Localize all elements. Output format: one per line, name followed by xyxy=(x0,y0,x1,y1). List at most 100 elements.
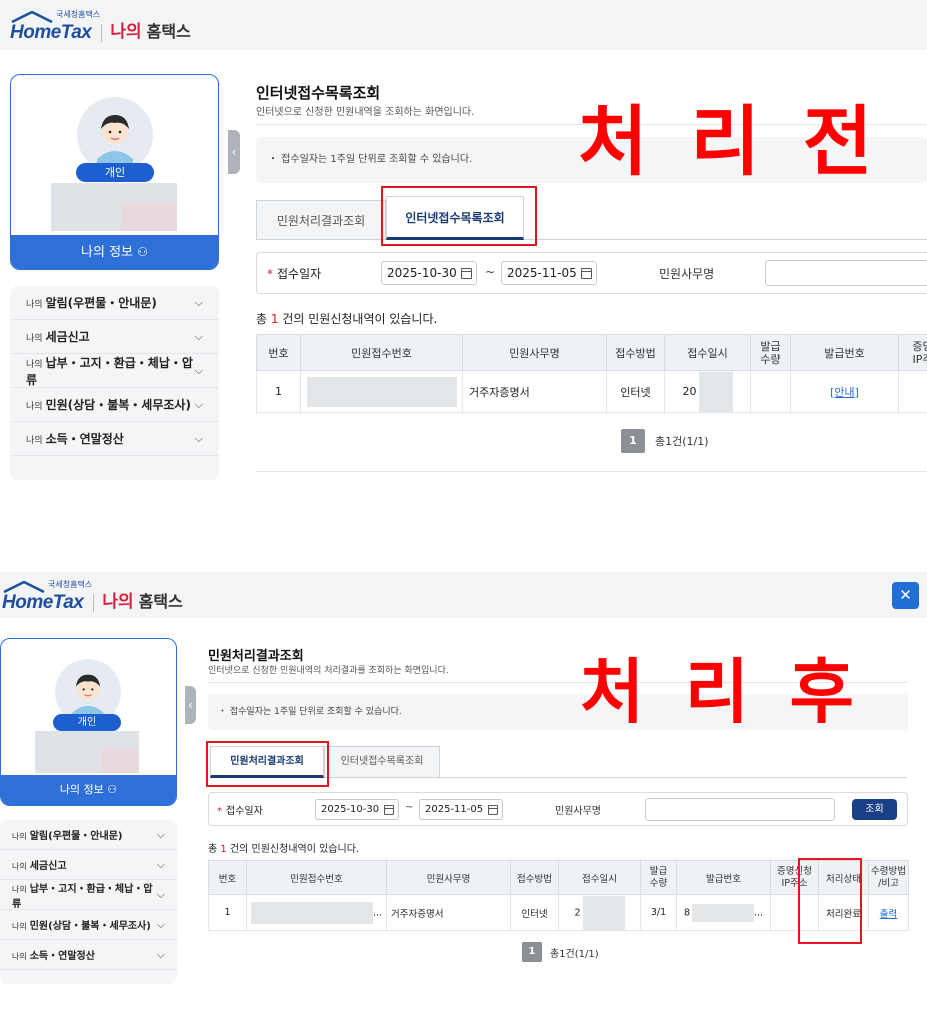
col-header: 번호 xyxy=(256,334,301,371)
hometax-logo[interactable]: 국세청홈택스 HomeTax 나의 홈택스 xyxy=(10,10,191,42)
sidebar-item-payment[interactable]: 나의 납부・고지・환급・체납・압류 ⌵ xyxy=(10,354,219,388)
sidebar-collapse-button[interactable]: ‹ xyxy=(185,686,196,724)
page-summary: 총1건(1/1) xyxy=(550,948,599,960)
chevron-down-icon: ⌵ xyxy=(156,827,165,841)
col-header: 접수방법 xyxy=(510,860,559,895)
tab-baseline xyxy=(440,777,907,778)
my-info-label: 나의 정보 xyxy=(81,245,134,260)
menu-prefix: 나의 xyxy=(26,359,43,370)
col-header: 증명 IP주 xyxy=(898,334,927,371)
sidebar-collapse-button[interactable]: ‹ xyxy=(228,130,240,174)
chevron-down-icon: ⌵ xyxy=(156,887,165,901)
tab-internet-list[interactable]: 인터넷접수목록조회 xyxy=(324,746,440,778)
page-summary: 총1건(1/1) xyxy=(655,435,709,448)
sidebar-item-notice[interactable]: 나의 알림(우편물・안내문) ⌵ xyxy=(10,286,219,320)
cell-receive[interactable]: 출력 xyxy=(868,894,909,931)
highlight-box xyxy=(206,741,329,787)
menu-label: 납부・고지・환급・체납・압류 xyxy=(26,355,193,387)
sidebar-item-civil[interactable]: 나의 민원(상담・불복・세무조사) ⌵ xyxy=(10,388,219,422)
cell-qty: 3/1 xyxy=(640,894,677,931)
date-from-value: 2025-10-30 xyxy=(321,804,380,815)
logo-wordmark: HomeTax xyxy=(2,592,84,613)
menu-prefix: 나의 xyxy=(26,300,43,310)
col-header: 접수일시 xyxy=(558,860,641,895)
sidebar-item-income[interactable]: 나의 소득・연말정산 ⌵ xyxy=(0,940,177,970)
date-label-text: 접수일자 xyxy=(226,806,263,817)
profile-card: 개인 나의 정보 ⚇ xyxy=(0,638,177,806)
col-header: 발급 수량 xyxy=(640,860,677,895)
chevron-down-icon: ⌵ xyxy=(194,329,203,343)
minwon-name-input[interactable] xyxy=(645,798,835,821)
logo-subtitle: 국세청홈택스 xyxy=(48,580,93,589)
date-partial: 2 xyxy=(574,907,581,918)
masked-user-id xyxy=(121,203,177,231)
page-number-button[interactable]: 1 xyxy=(522,942,542,962)
close-button[interactable]: ✕ xyxy=(892,582,919,609)
calendar-icon[interactable] xyxy=(384,805,394,815)
sidebar-item-civil[interactable]: 나의 민원(상담・불복・세무조사) ⌵ xyxy=(0,910,177,940)
issue-ellipsis: ... xyxy=(753,907,764,918)
result-count: 총 1 건의 민원신청내역이 있습니다. xyxy=(256,310,437,327)
chevron-down-icon: ⌵ xyxy=(156,857,165,871)
cell-method: 인터넷 xyxy=(606,370,665,413)
chevron-down-icon: ⌵ xyxy=(156,947,165,961)
sidebar-item-tax-filing[interactable]: 나의 세금신고 ⌵ xyxy=(0,850,177,880)
page-number-button[interactable]: 1 xyxy=(621,429,645,453)
date-from-field[interactable]: 2025-10-30 xyxy=(381,261,477,285)
my-info-button[interactable]: 나의 정보 ⚇ xyxy=(11,235,218,269)
calendar-icon[interactable] xyxy=(581,268,592,279)
avatar xyxy=(77,97,153,173)
masked-user-id xyxy=(101,749,139,773)
cell-date: 2 xyxy=(558,894,641,931)
header-bar: 국세청홈택스 HomeTax 나의 홈택스 xyxy=(0,0,927,50)
date-partial: 20 xyxy=(682,384,697,398)
minwon-label: 민원사무명 xyxy=(659,267,715,281)
menu-prefix: 나의 xyxy=(26,436,43,446)
masked-date xyxy=(698,371,733,412)
my-info-button[interactable]: 나의 정보 ⚇ xyxy=(1,775,176,805)
date-from-field[interactable]: 2025-10-30 xyxy=(315,799,399,820)
masked-receipt-no xyxy=(306,376,457,407)
calendar-icon[interactable] xyxy=(461,268,472,279)
pagination: 1 총1건(1/1) xyxy=(522,942,599,962)
cell-issue-no[interactable]: [안내] xyxy=(790,370,899,413)
person-avatar-icon xyxy=(97,115,133,173)
menu-prefix: 나의 xyxy=(12,922,27,931)
menu-label: 알림(우편물・안내문) xyxy=(45,296,157,310)
calendar-icon[interactable] xyxy=(488,805,498,815)
date-to-field[interactable]: 2025-11-05 xyxy=(419,799,503,820)
logo-divider xyxy=(93,594,95,612)
cell-date: 20 xyxy=(664,370,751,413)
table-row[interactable]: 1 거주자증명서 인터넷 20 [안내] xyxy=(256,370,927,413)
sidebar-item-income[interactable]: 나의 소득・연말정산 ⌵ xyxy=(10,422,219,456)
minwon-name-input[interactable] xyxy=(765,260,927,286)
result-table: 번호 민원접수번호 민원사무명 접수방법 접수일시 발급 수량 발급번호 증명 … xyxy=(256,334,927,413)
date-from-value: 2025-10-30 xyxy=(387,266,457,280)
tab-result[interactable]: 민원처리결과조회 xyxy=(256,200,386,240)
menu-prefix: 나의 xyxy=(26,334,43,344)
menu-prefix: 나의 xyxy=(12,884,27,894)
page-subtitle: 인터넷으로 신청한 민원내역의 처리결과를 조회하는 화면입니다. xyxy=(208,666,449,676)
overlay-label: 처 리 후 xyxy=(580,651,862,733)
hometax-logo[interactable]: 국세청홈택스 HomeTax 나의 홈택스 xyxy=(2,580,183,613)
chevron-down-icon: ⌵ xyxy=(194,295,203,309)
menu-label: 납부・고지・환급・체납・압류 xyxy=(12,883,153,910)
menu-label: 소득・연말정산 xyxy=(29,951,95,962)
col-header: 발급번호 xyxy=(676,860,771,895)
cell-issue-no: 8... xyxy=(676,894,771,931)
search-button[interactable]: 조회 xyxy=(852,799,897,820)
cell-no: 1 xyxy=(208,894,247,931)
sidebar-item-notice[interactable]: 나의 알림(우편물・안내문) ⌵ xyxy=(0,820,177,850)
side-menu: 나의 알림(우편물・안내문) ⌵ 나의 세금신고 ⌵ 나의 납부・고지・환급・체납・압류 ⌵… xyxy=(10,286,219,480)
sidebar-item-payment[interactable]: 나의 납부・고지・환급・체납・압류 ⌵ xyxy=(0,880,177,910)
col-header: 번호 xyxy=(208,860,247,895)
date-to-field[interactable]: 2025-11-05 xyxy=(501,261,597,285)
sidebar-item-tax-filing[interactable]: 나의 세금신고 ⌵ xyxy=(10,320,219,354)
print-link[interactable]: 출력 xyxy=(880,909,897,920)
count-post: 건의 민원신청내역이 있습니다. xyxy=(229,844,360,855)
info-link[interactable]: [안내] xyxy=(830,386,859,399)
chevron-left-icon: ‹ xyxy=(231,145,237,159)
masked-date xyxy=(582,895,625,930)
my-info-label: 나의 정보 xyxy=(59,783,104,796)
col-header: 접수일시 xyxy=(664,334,751,371)
